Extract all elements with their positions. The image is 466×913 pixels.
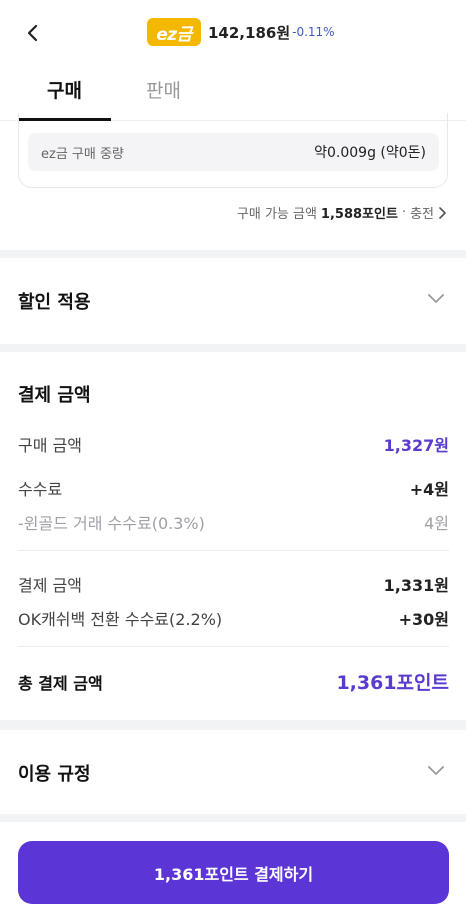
payment-amount-label: 결제 금액 bbox=[18, 576, 82, 595]
gold-price-change: -0.11% bbox=[292, 25, 335, 39]
purchase-section: ez금 구매 중량 약0.009g (약0돈) 구매 가능 금액 1,588포인… bbox=[0, 113, 466, 250]
pay-button[interactable]: 1,361포인트 결제하기 bbox=[18, 841, 449, 904]
discount-section[interactable]: 할인 적용 bbox=[0, 258, 466, 344]
purchase-weight-label: ez금 구매 중량 bbox=[41, 146, 124, 162]
purchase-weight-value: 약0.009g (약0돈) bbox=[314, 145, 426, 161]
purchase-amount-label: 구매 금액 bbox=[18, 436, 82, 455]
purchase-card: ez금 구매 중량 약0.009g (약0돈) bbox=[18, 113, 448, 188]
total-value: 1,361포인트 bbox=[336, 672, 449, 694]
purchase-amount-value: 1,327원 bbox=[383, 436, 449, 455]
discount-title: 할인 적용 bbox=[18, 292, 91, 313]
available-value: 1,588포인트 bbox=[320, 207, 398, 222]
fee-row: 수수료 +4원 bbox=[18, 476, 449, 500]
top-bar: ez금 142,186원 -0.11% bbox=[0, 0, 466, 66]
trade-fee-label: -윈골드 거래 수수료(0.3%) bbox=[18, 514, 205, 533]
available-amount: 구매 가능 금액 1,588포인트 · 충전 bbox=[237, 203, 446, 222]
payment-title: 결제 금액 bbox=[18, 385, 91, 406]
chevron-right-icon bbox=[439, 206, 446, 219]
purchase-amount-row: 구매 금액 1,327원 bbox=[18, 432, 449, 456]
payment-section: 결제 금액 구매 금액 1,327원 수수료 +4원 -윈골드 거래 수수료(0… bbox=[0, 352, 466, 720]
charge-link[interactable]: 충전 bbox=[406, 203, 446, 222]
payment-amount-row: 결제 금액 1,331원 bbox=[18, 572, 449, 596]
tab-sell[interactable]: 판매 bbox=[117, 76, 210, 103]
gold-price: ez금 142,186원 -0.11% bbox=[147, 18, 335, 46]
tab-buy[interactable]: 구매 bbox=[18, 76, 111, 103]
purchase-weight-row: ez금 구매 중량 약0.009g (약0돈) bbox=[28, 133, 439, 171]
divider bbox=[18, 550, 449, 551]
terms-title: 이용 규정 bbox=[18, 764, 91, 785]
cashback-fee-label: OK캐쉬백 전환 수수료(2.2%) bbox=[18, 610, 223, 629]
total-row: 총 결제 금액 1,361포인트 bbox=[18, 668, 449, 695]
terms-section[interactable]: 이용 규정 bbox=[0, 730, 466, 814]
divider bbox=[18, 646, 449, 647]
chevron-down-icon bbox=[428, 766, 444, 775]
gold-price-value: 142,186원 bbox=[208, 23, 291, 42]
cashback-fee-value: +30원 bbox=[398, 610, 449, 629]
bottom-bar: 1,361포인트 결제하기 bbox=[0, 822, 466, 913]
trade-fee-row: -윈골드 거래 수수료(0.3%) 4원 bbox=[18, 510, 449, 534]
ez-gold-logo: ez금 bbox=[147, 18, 201, 46]
charge-label: 충전 bbox=[410, 207, 434, 222]
fee-label: 수수료 bbox=[18, 480, 63, 499]
available-label: 구매 가능 금액 bbox=[236, 207, 317, 222]
payment-amount-value: 1,331원 bbox=[383, 576, 449, 595]
chevron-down-icon bbox=[428, 294, 444, 303]
total-label: 총 결제 금액 bbox=[18, 673, 103, 693]
back-icon bbox=[27, 24, 38, 42]
cashback-fee-row: OK캐쉬백 전환 수수료(2.2%) +30원 bbox=[18, 606, 449, 630]
trade-fee-value: 4원 bbox=[424, 514, 449, 533]
fee-value: +4원 bbox=[409, 480, 449, 499]
back-button[interactable] bbox=[18, 19, 46, 47]
